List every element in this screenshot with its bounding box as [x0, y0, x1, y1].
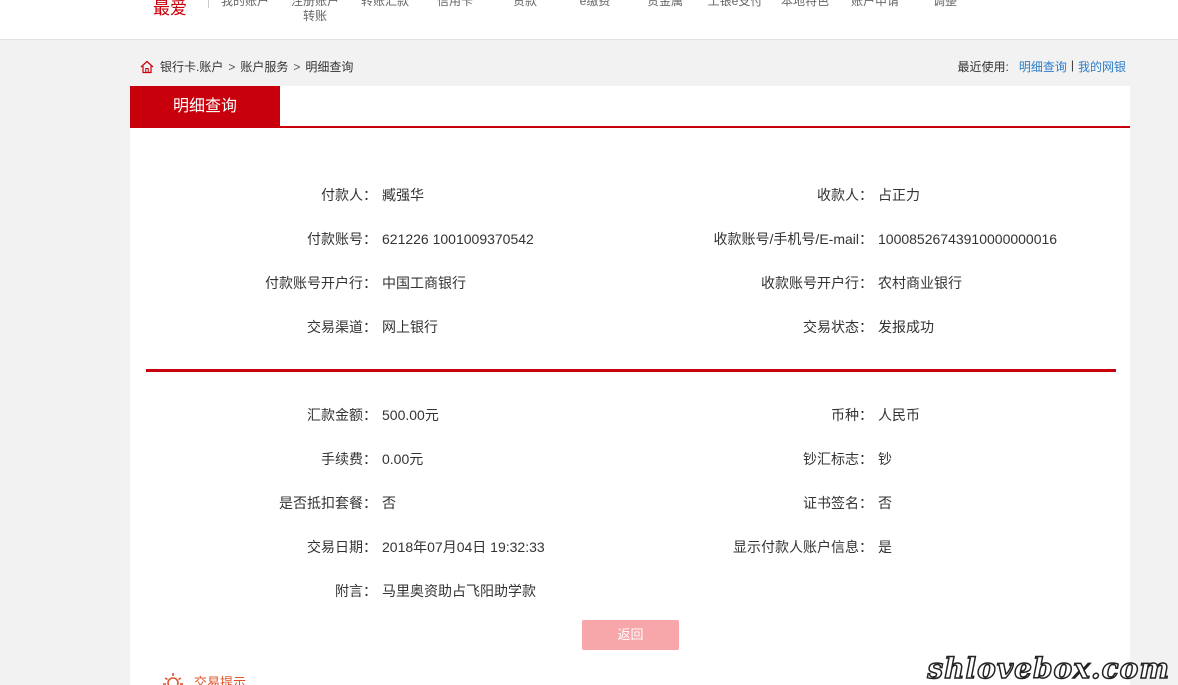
trade-tip: 交易提示	[162, 670, 246, 685]
info-row: 手续费： 0.00元 钞汇标志： 钞	[130, 449, 1130, 469]
nav-item-registered-transfer[interactable]: 注册账户 转账	[280, 0, 350, 24]
info-row: 附言： 马里奥资助占飞阳助学款	[130, 581, 1130, 601]
status-label: 交易状态：	[803, 319, 873, 335]
nav-item-credit-card[interactable]: 信用卡	[420, 0, 490, 9]
package-deduct-value: 否	[382, 495, 396, 511]
section-divider	[146, 369, 1116, 372]
cert-sign-value: 否	[878, 495, 892, 511]
payee-bank-value: 农村商业银行	[878, 275, 962, 291]
channel-value: 网上银行	[382, 319, 438, 335]
recent-separator: |	[1070, 58, 1074, 72]
fee-value: 0.00元	[382, 451, 424, 467]
info-row: 交易渠道： 网上银行 交易状态： 发报成功	[130, 317, 1130, 337]
package-deduct-label: 是否抵扣套餐：	[279, 495, 377, 511]
breadcrumb: 银行卡.账户 > 账户服务 > 明细查询	[140, 58, 353, 75]
amount-label: 汇款金额：	[307, 407, 377, 423]
payer-account-label: 付款账号：	[307, 231, 377, 247]
info-row: 付款人： 臧强华 收款人： 占正力	[130, 185, 1130, 205]
recent-label: 最近使用:	[957, 60, 1009, 74]
breadcrumb-item-detail-query: 明细查询	[305, 60, 354, 74]
currency-label: 币种：	[831, 407, 873, 423]
nav-divider	[208, 0, 209, 8]
home-icon[interactable]	[140, 60, 154, 74]
show-payer-info-label: 显示付款人账户信息：	[733, 539, 873, 555]
sun-icon	[163, 673, 183, 685]
nav-item-account-apply[interactable]: 账户申请	[840, 0, 910, 9]
nav-favorite[interactable]: 最爱	[153, 0, 187, 19]
currency-value: 人民币	[878, 407, 920, 423]
nav-item-precious-metal[interactable]: 贵金属	[630, 0, 700, 9]
info-row: 付款账号开户行： 中国工商银行 收款账号开户行： 农村商业银行	[130, 273, 1130, 293]
info-row: 汇款金额： 500.00元 币种： 人民币	[130, 405, 1130, 425]
payee-account-value: 10008526743910000000016	[878, 231, 1058, 247]
watermark: shlovebox.com	[927, 651, 1170, 685]
payer-bank-label: 付款账号开户行：	[265, 275, 377, 291]
nav-item-e-payment[interactable]: e缴费	[560, 0, 630, 9]
amount-value: 500.00元	[382, 407, 439, 423]
cash-flag-value: 钞	[878, 451, 892, 467]
breadcrumb-item-card-account[interactable]: 银行卡.账户	[160, 58, 223, 75]
trade-date-value: 2018年07月04日 19:32:33	[382, 539, 545, 555]
panel-top-border	[130, 126, 1130, 128]
breadcrumb-item-account-service[interactable]: 账户服务	[240, 58, 288, 75]
nav-item-e-pay[interactable]: 工银e支付	[700, 0, 770, 9]
info-row: 交易日期： 2018年07月04日 19:32:33 显示付款人账户信息： 是	[130, 537, 1130, 557]
back-button[interactable]: 返回	[582, 620, 679, 650]
info-row: 付款账号： 621226 1001009370542 收款账号/手机号/E-ma…	[130, 229, 1130, 249]
tab-detail-query[interactable]: 明细查询	[130, 86, 280, 127]
info-row: 是否抵扣套餐： 否 证书签名： 否	[130, 493, 1130, 513]
payer-account-value: 621226 1001009370542	[382, 231, 534, 247]
nav-item-adjust[interactable]: 调整	[910, 0, 980, 9]
cash-flag-label: 钞汇标志：	[803, 451, 873, 467]
nav-item-loan[interactable]: 贷款	[490, 0, 560, 9]
recent-used: 最近使用: 明细查询 | 我的网银	[958, 58, 1127, 75]
payer-bank-value: 中国工商银行	[382, 275, 466, 291]
nav-item-remittance[interactable]: 转账汇款	[350, 0, 420, 9]
nav-item-local[interactable]: 本地特色	[770, 0, 840, 9]
recent-link-detail-query[interactable]: 明细查询	[1019, 58, 1067, 75]
payer-label: 付款人：	[321, 187, 377, 203]
payer-value: 臧强华	[382, 187, 424, 203]
payee-label: 收款人：	[817, 187, 873, 203]
cert-sign-label: 证书签名：	[803, 495, 873, 511]
fee-label: 手续费：	[321, 451, 377, 467]
status-value: 发报成功	[878, 319, 934, 335]
payee-bank-label: 收款账号开户行：	[761, 275, 873, 291]
recent-link-my-ebank[interactable]: 我的网银	[1078, 58, 1126, 75]
top-nav: 最爱 我的账户 注册账户 转账 转账汇款 信用卡 贷款 e缴费 贵金属 工银e支…	[0, 0, 1178, 40]
remark-value: 马里奥资助占飞阳助学款	[382, 583, 536, 599]
detail-panel: 明细查询 付款人： 臧强华 收款人： 占正力 付款账号： 621226 1001…	[130, 86, 1130, 685]
tip-label: 交易提示	[194, 674, 247, 685]
nav-item-my-account[interactable]: 我的账户	[210, 0, 280, 9]
remark-label: 附言：	[335, 583, 377, 599]
payee-account-label: 收款账号/手机号/E-mail：	[713, 231, 873, 247]
show-payer-info-value: 是	[878, 539, 892, 555]
channel-label: 交易渠道：	[307, 319, 377, 335]
payee-value: 占正力	[878, 187, 920, 203]
breadcrumb-separator: >	[293, 59, 301, 74]
breadcrumb-separator: >	[228, 59, 236, 74]
trade-date-label: 交易日期：	[307, 539, 377, 555]
